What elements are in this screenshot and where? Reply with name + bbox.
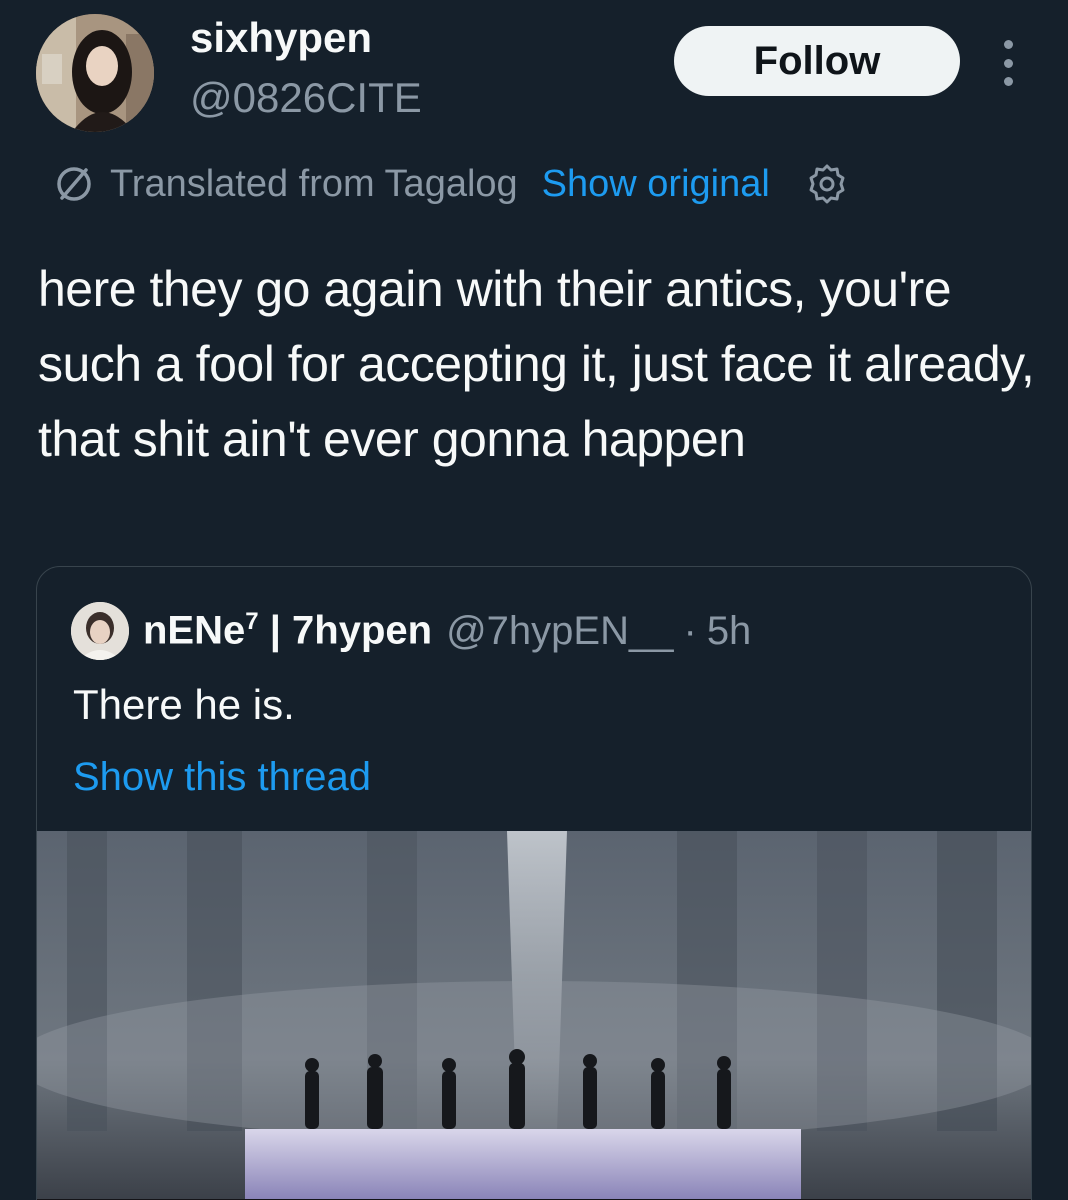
separator-dot: · [683,608,697,653]
translate-icon [57,167,91,201]
quoted-tweet-card[interactable]: nENe7 | 7hypen @7hypEN__ · 5h There he i… [36,566,1032,1200]
gear-icon[interactable] [804,161,850,207]
translation-bar: Translated from Tagalog Show original [52,156,850,212]
translated-from-label: Translated from Tagalog [110,162,518,205]
concert-stage-image [37,831,1031,1200]
follow-button[interactable]: Follow [674,26,960,96]
author-handle[interactable]: @0826CITE [190,72,422,124]
quoted-tweet-image[interactable] [37,831,1031,1200]
quoted-tweet-time[interactable]: 5h [707,609,752,654]
quoted-tweet-text: There he is. [73,681,295,728]
quoted-author-name[interactable]: nENe7 | 7hypen [143,608,432,653]
quoted-author-handle: @7hypEN__ [446,608,674,653]
tweet-text: here they go again with their antics, yo… [38,261,1035,467]
show-thread-link[interactable]: Show this thread [73,747,371,807]
quoted-author-avatar[interactable] [71,602,129,660]
more-vertical-icon[interactable] [996,40,1020,86]
author-display-name[interactable]: sixhypen [190,12,372,64]
tweet-container: sixhypen @0826CITE Follow Translated fro… [0,0,1068,1200]
quoted-tweet-header: nENe7 | 7hypen @7hypEN__ · 5h [71,601,751,661]
author-avatar[interactable] [36,14,154,132]
show-original-link[interactable]: Show original [542,163,770,206]
